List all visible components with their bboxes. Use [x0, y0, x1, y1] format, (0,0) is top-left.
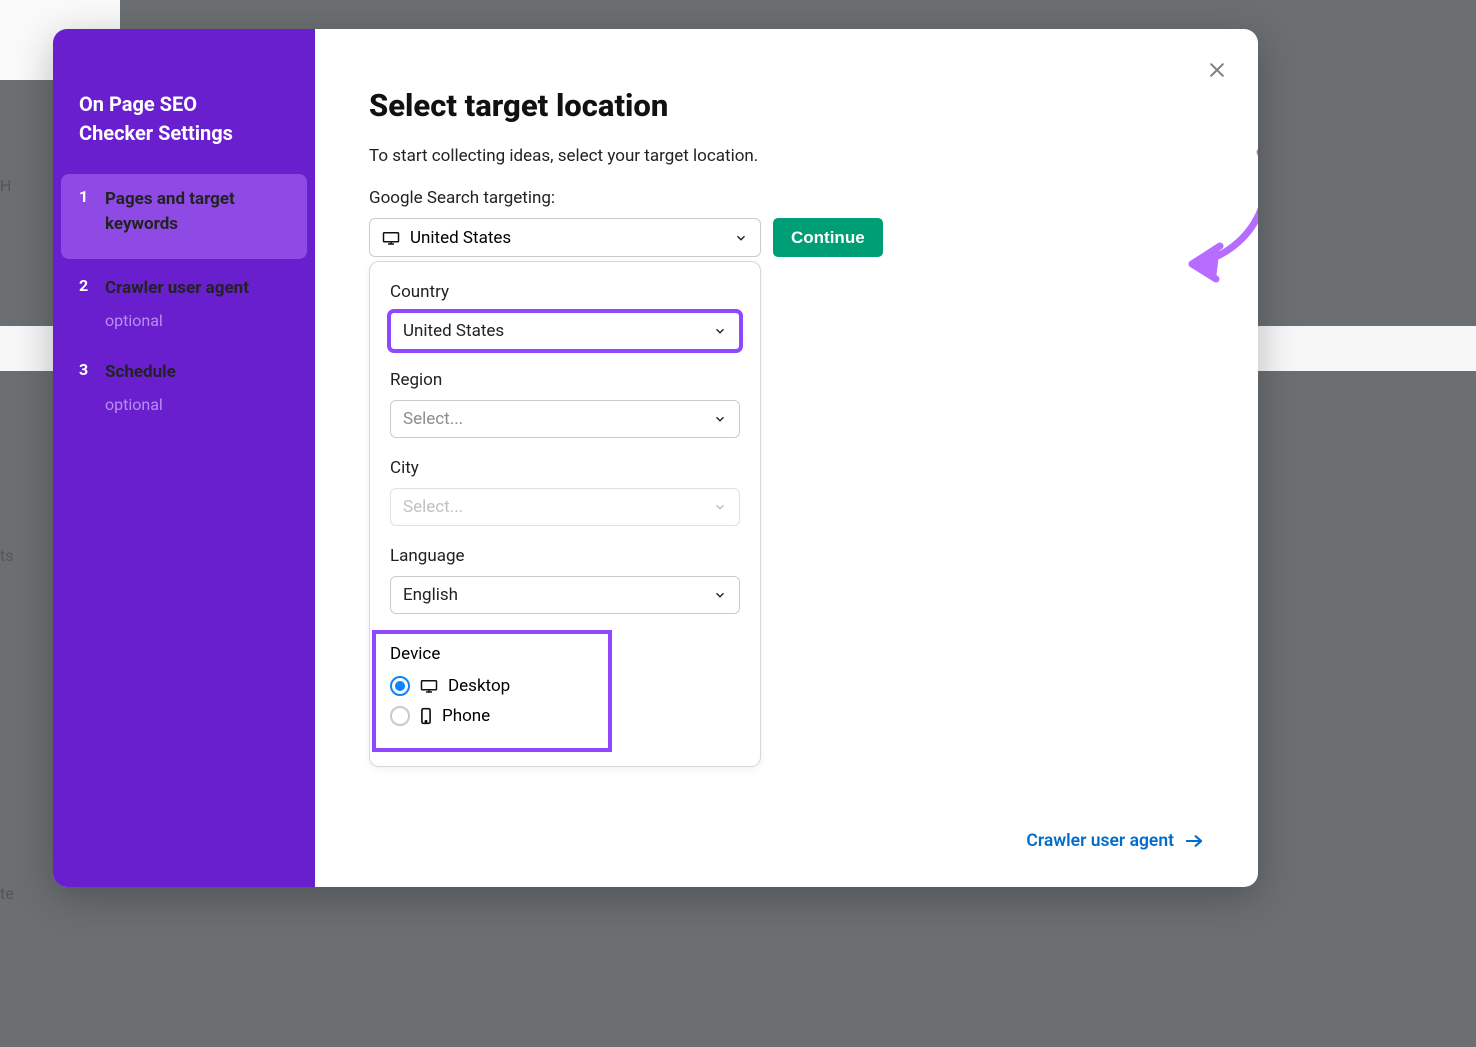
language-value: English [403, 585, 458, 605]
bg-text-fragment: H [0, 176, 11, 195]
chevron-down-icon [713, 324, 727, 338]
step-sublabel: optional [105, 395, 289, 414]
chevron-down-icon [713, 500, 727, 514]
targeting-label: Google Search targeting: [369, 188, 1204, 208]
desktop-icon [382, 231, 400, 245]
city-placeholder: Select... [403, 497, 463, 517]
device-label: Device [390, 644, 510, 664]
page-subtext: To start collecting ideas, select your t… [369, 146, 1204, 166]
region-label: Region [390, 370, 740, 390]
modal-main: Select target location To start collecti… [315, 29, 1258, 887]
language-select[interactable]: English [390, 576, 740, 614]
country-select[interactable]: United States [390, 312, 740, 350]
step-number: 2 [79, 276, 89, 330]
step-sublabel: optional [105, 311, 289, 330]
close-icon [1207, 60, 1227, 80]
region-placeholder: Select... [403, 409, 463, 429]
targeting-dropdown-panel: Country United States Region Select... C… [369, 261, 761, 767]
sidebar-step-crawler-user-agent[interactable]: 2 Crawler user agent optional [61, 263, 307, 343]
arrow-right-icon [1184, 833, 1204, 849]
google-targeting-select[interactable]: United States [369, 218, 761, 257]
city-label: City [390, 458, 740, 478]
device-phone-label: Phone [442, 706, 490, 726]
sidebar-title-line2: Checker Settings [79, 121, 233, 145]
step-number: 3 [79, 360, 89, 414]
page-heading: Select target location [369, 87, 1204, 124]
chevron-down-icon [713, 588, 727, 602]
close-button[interactable] [1198, 51, 1236, 89]
continue-button[interactable]: Continue [773, 218, 883, 257]
language-label: Language [390, 546, 740, 566]
device-radio-desktop[interactable]: Desktop [390, 676, 510, 696]
device-desktop-label: Desktop [448, 676, 510, 696]
chevron-down-icon [713, 412, 727, 426]
device-group: Device Desktop Phone [376, 634, 608, 748]
bg-text-fragment: te [0, 884, 14, 903]
device-radio-phone[interactable]: Phone [390, 706, 510, 726]
chevron-down-icon [734, 231, 748, 245]
sidebar-step-pages-target-keywords[interactable]: 1 Pages and target keywords [61, 174, 307, 259]
sidebar-title-line1: On Page SEO [79, 92, 197, 116]
sidebar-step-schedule[interactable]: 3 Schedule optional [61, 347, 307, 427]
city-select[interactable]: Select... [390, 488, 740, 526]
next-step-label: Crawler user agent [1026, 831, 1174, 851]
sidebar-title: On Page SEO Checker Settings [61, 90, 307, 174]
country-value: United States [403, 321, 504, 341]
step-label: Pages and target keywords [105, 187, 289, 236]
phone-icon [420, 707, 432, 725]
settings-modal: On Page SEO Checker Settings 1 Pages and… [53, 29, 1258, 887]
step-label: Schedule [105, 360, 289, 385]
modal-sidebar: On Page SEO Checker Settings 1 Pages and… [53, 29, 315, 887]
step-number: 1 [79, 187, 89, 246]
next-step-link[interactable]: Crawler user agent [1026, 831, 1204, 859]
step-label: Crawler user agent [105, 276, 289, 301]
radio-icon [390, 676, 410, 696]
region-select[interactable]: Select... [390, 400, 740, 438]
country-label: Country [390, 282, 740, 302]
bg-text-fragment: ts [0, 546, 14, 565]
desktop-icon [420, 679, 438, 693]
targeting-value: United States [410, 228, 511, 248]
radio-icon [390, 706, 410, 726]
